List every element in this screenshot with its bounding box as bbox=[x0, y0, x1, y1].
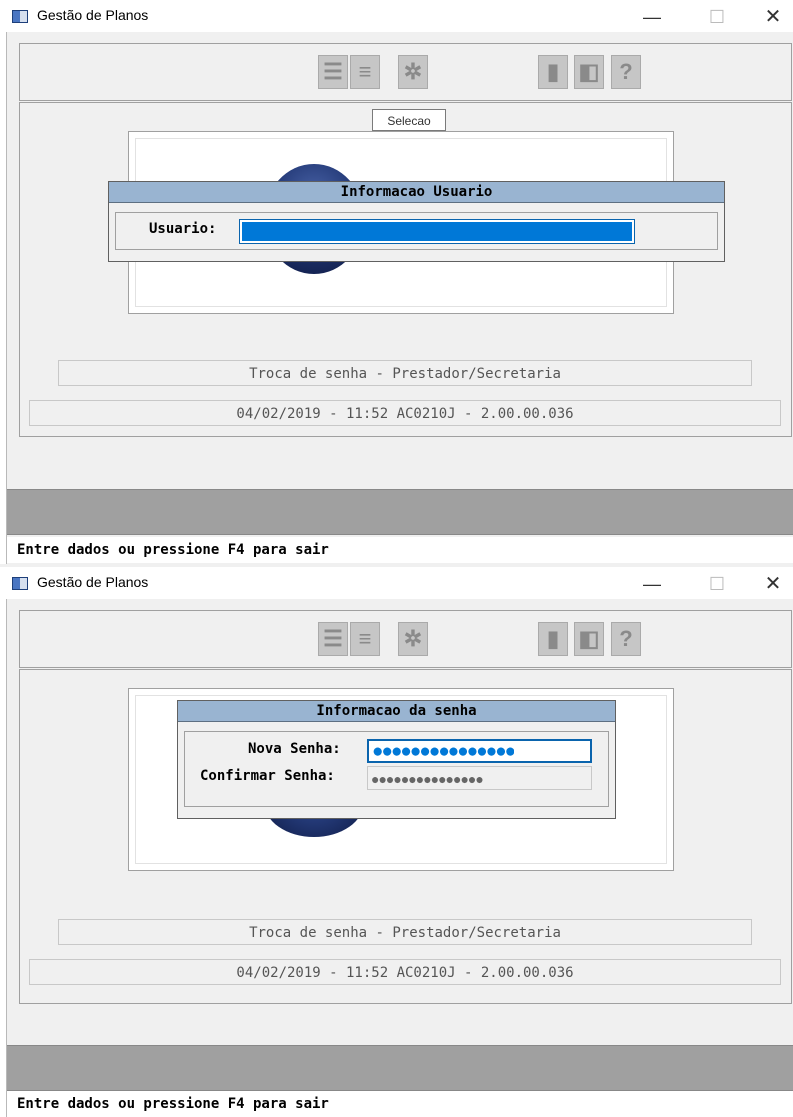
maximize-button[interactable]: ☐ bbox=[702, 573, 732, 595]
title-bar[interactable]: Gestão de Planos — ☐ ✕ bbox=[0, 567, 793, 599]
app-icon bbox=[12, 577, 28, 590]
user-info-dialog: Informacao Usuario Usuario: bbox=[108, 181, 725, 262]
status-gray-bar bbox=[7, 489, 793, 535]
help-icon[interactable]: ? bbox=[611, 622, 641, 656]
nova-senha-mask: ●●●●●●●●●●●●●●● bbox=[372, 743, 515, 761]
status-message: Entre dados ou pressione F4 para sair bbox=[7, 537, 793, 563]
usuario-input[interactable] bbox=[239, 219, 635, 244]
confirmar-senha-mask: ●●●●●●●●●●●●●●● bbox=[371, 771, 483, 787]
title-bar[interactable]: Gestão de Planos — ☐ ✕ bbox=[0, 0, 793, 32]
list-icon[interactable]: ≡ bbox=[350, 622, 380, 656]
window-title: Gestão de Planos bbox=[37, 7, 149, 23]
select-list-icon[interactable]: ☰ bbox=[318, 55, 348, 89]
maximize-button[interactable]: ☐ bbox=[702, 6, 732, 28]
dialog-title: Informacao da senha bbox=[178, 701, 615, 722]
version-box: 04/02/2019 - 11:52 AC0210J - 2.00.00.036 bbox=[29, 400, 781, 426]
usuario-input-selection bbox=[242, 222, 632, 241]
list-icon[interactable]: ≡ bbox=[350, 55, 380, 89]
door-icon[interactable]: ◧ bbox=[574, 55, 604, 89]
close-button[interactable]: ✕ bbox=[758, 6, 788, 28]
nova-senha-input[interactable]: ●●●●●●●●●●●●●●● bbox=[367, 739, 592, 763]
status-gray-bar bbox=[7, 1045, 793, 1091]
subtitle-box: Troca de senha - Prestador/Secretaria bbox=[58, 360, 752, 386]
exit-icon[interactable]: ▮ bbox=[538, 55, 568, 89]
window-left-edge bbox=[0, 567, 7, 1117]
confirmar-senha-label: Confirmar Senha: bbox=[200, 768, 335, 784]
nova-senha-label: Nova Senha: bbox=[248, 741, 341, 757]
settings-gear-icon[interactable]: ✲ bbox=[398, 55, 428, 89]
app-icon bbox=[12, 10, 28, 23]
select-list-icon[interactable]: ☰ bbox=[318, 622, 348, 656]
confirmar-senha-input[interactable]: ●●●●●●●●●●●●●●● bbox=[367, 766, 592, 790]
minimize-button[interactable]: — bbox=[637, 573, 667, 595]
usuario-label: Usuario: bbox=[149, 221, 217, 237]
help-icon[interactable]: ? bbox=[611, 55, 641, 89]
window-title: Gestão de Planos bbox=[37, 574, 149, 590]
window-left-edge bbox=[0, 0, 7, 564]
door-icon[interactable]: ◧ bbox=[574, 622, 604, 656]
exit-icon[interactable]: ▮ bbox=[538, 622, 568, 656]
status-message: Entre dados ou pressione F4 para sair bbox=[7, 1091, 793, 1117]
window-user-info: Gestão de Planos — ☐ ✕ ☰ ≡ ✲ ▮ ◧ ? Selec… bbox=[0, 0, 793, 564]
close-button[interactable]: ✕ bbox=[758, 573, 788, 595]
settings-gear-icon[interactable]: ✲ bbox=[398, 622, 428, 656]
window-password-info: Gestão de Planos — ☐ ✕ ☰ ≡ ✲ ▮ ◧ ? Infor… bbox=[0, 567, 793, 1117]
dialog-title: Informacao Usuario bbox=[109, 182, 724, 203]
subtitle-box: Troca de senha - Prestador/Secretaria bbox=[58, 919, 752, 945]
minimize-button[interactable]: — bbox=[637, 6, 667, 28]
password-info-dialog: Informacao da senha Nova Senha: ●●●●●●●●… bbox=[177, 700, 616, 819]
version-box: 04/02/2019 - 11:52 AC0210J - 2.00.00.036 bbox=[29, 959, 781, 985]
